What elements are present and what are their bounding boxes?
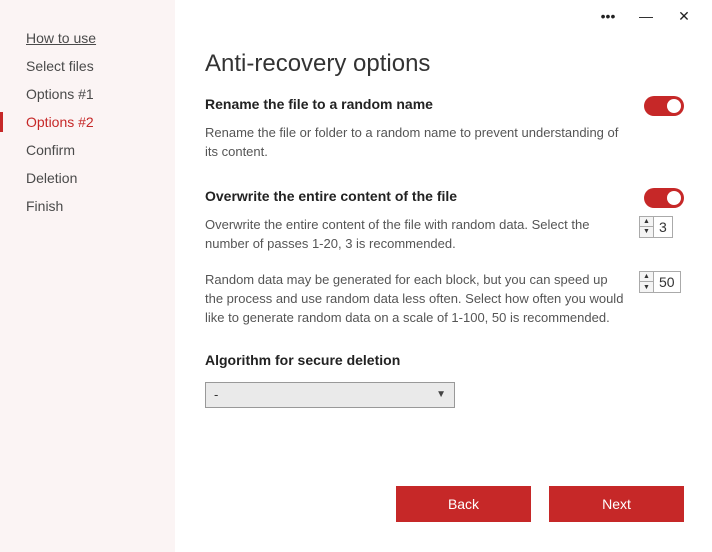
randomness-spinner[interactable]: ▲ ▼ 50	[639, 271, 681, 293]
main-content: Anti-recovery options Rename the file to…	[175, 0, 712, 552]
more-icon[interactable]: •••	[598, 6, 618, 26]
chevron-down-icon: ▼	[436, 389, 446, 400]
spinner-down-icon[interactable]: ▼	[640, 227, 653, 237]
back-button[interactable]: Back	[396, 486, 531, 522]
sidebar-item-finish[interactable]: Finish	[0, 192, 175, 220]
sidebar-item-label: Confirm	[26, 142, 75, 158]
passes-desc: Overwrite the entire content of the file…	[205, 216, 625, 254]
overwrite-title: Overwrite the entire content of the file	[205, 188, 457, 204]
algorithm-selected: -	[214, 387, 218, 402]
sidebar-item-label: How to use	[26, 30, 96, 46]
rename-desc: Rename the file or folder to a random na…	[205, 124, 625, 162]
page-title: Anti-recovery options	[205, 50, 684, 78]
rename-title: Rename the file to a random name	[205, 96, 433, 112]
minimize-button[interactable]: —	[636, 6, 656, 26]
sidebar-item-label: Select files	[26, 58, 94, 74]
passes-spinner[interactable]: ▲ ▼ 3	[639, 216, 673, 238]
spinner-up-icon[interactable]: ▲	[640, 272, 653, 282]
window-controls: ••• — ✕	[598, 0, 712, 32]
sidebar-item-how-to-use[interactable]: How to use	[0, 24, 175, 52]
passes-value: 3	[654, 219, 672, 235]
sidebar-item-select-files[interactable]: Select files	[0, 52, 175, 80]
footer: Back Next	[205, 466, 684, 532]
sidebar-item-confirm[interactable]: Confirm	[0, 136, 175, 164]
sidebar-item-label: Options #1	[26, 86, 94, 102]
sidebar-item-label: Finish	[26, 198, 63, 214]
spinner-down-icon[interactable]: ▼	[640, 282, 653, 292]
randomness-value: 50	[654, 274, 680, 290]
algorithm-select[interactable]: - ▼	[205, 382, 455, 408]
algorithm-title: Algorithm for secure deletion	[205, 352, 684, 368]
next-button[interactable]: Next	[549, 486, 684, 522]
sidebar-item-options-2[interactable]: Options #2	[0, 108, 175, 136]
sidebar: How to use Select files Options #1 Optio…	[0, 0, 175, 552]
close-button[interactable]: ✕	[674, 6, 694, 26]
spinner-up-icon[interactable]: ▲	[640, 217, 653, 227]
sidebar-item-options-1[interactable]: Options #1	[0, 80, 175, 108]
rename-toggle[interactable]	[644, 96, 684, 116]
sidebar-item-label: Options #2	[26, 114, 94, 130]
sidebar-item-label: Deletion	[26, 170, 77, 186]
overwrite-toggle[interactable]	[644, 188, 684, 208]
randomness-desc: Random data may be generated for each bl…	[205, 271, 625, 328]
sidebar-item-deletion[interactable]: Deletion	[0, 164, 175, 192]
